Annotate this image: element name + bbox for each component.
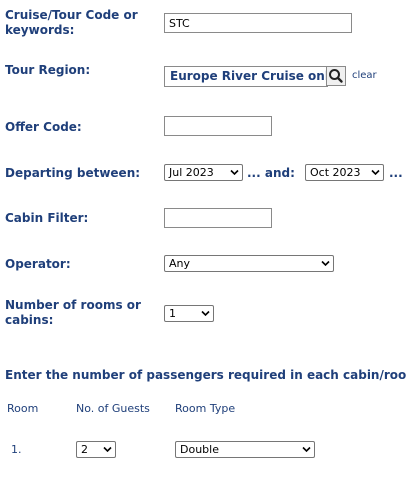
departing-to-value: Oct 2023 — [310, 166, 361, 179]
chevron-down-icon — [230, 169, 239, 176]
departing-from-value: Jul 2023 — [169, 166, 214, 179]
room-type-column-header: Room Type — [175, 402, 236, 415]
chevron-down-icon — [321, 260, 330, 267]
operator-select[interactable]: Any — [164, 255, 334, 272]
room-type-select[interactable]: Double — [175, 441, 315, 458]
chevron-down-icon — [103, 446, 112, 453]
tour-region-field[interactable]: Europe River Cruise only — [164, 66, 328, 87]
room-column-header: Room — [7, 402, 39, 415]
chevron-down-icon — [302, 446, 311, 453]
departing-from-select[interactable]: Jul 2023 — [164, 164, 243, 181]
magnifier-icon — [329, 69, 343, 83]
guests-select[interactable]: 2 — [76, 441, 116, 458]
operator-value: Any — [169, 257, 191, 270]
cruise-code-input[interactable] — [164, 13, 352, 33]
operator-label: Operator: — [5, 257, 71, 271]
departing-to-select[interactable]: Oct 2023 — [305, 164, 384, 181]
guests-column-header: No. of Guests — [76, 402, 150, 415]
rooms-value: 1 — [169, 307, 176, 320]
region-search-button[interactable] — [326, 66, 346, 86]
cabin-filter-label: Cabin Filter: — [5, 211, 89, 225]
chevron-down-icon — [371, 169, 380, 176]
clear-region-link[interactable]: clear — [352, 70, 377, 81]
room-number: 1. — [11, 443, 22, 456]
passengers-section-title: Enter the number of passengers required … — [5, 368, 406, 382]
departing-and-label: ... and: — [247, 166, 295, 180]
cruise-code-label: Cruise/Tour Code or keywords: — [5, 8, 138, 37]
guests-value: 2 — [81, 443, 88, 456]
rooms-label: Number of rooms or cabins: — [5, 298, 141, 327]
chevron-down-icon — [201, 310, 210, 317]
offer-code-label: Offer Code: — [5, 120, 82, 134]
offer-code-input[interactable] — [164, 116, 272, 136]
departing-trailing-dots: ... — [389, 166, 403, 180]
room-type-value: Double — [180, 443, 219, 456]
tour-region-label: Tour Region: — [5, 63, 91, 77]
departing-label: Departing between: — [5, 166, 141, 180]
rooms-select[interactable]: 1 — [164, 305, 214, 322]
cabin-filter-input[interactable] — [164, 208, 272, 228]
